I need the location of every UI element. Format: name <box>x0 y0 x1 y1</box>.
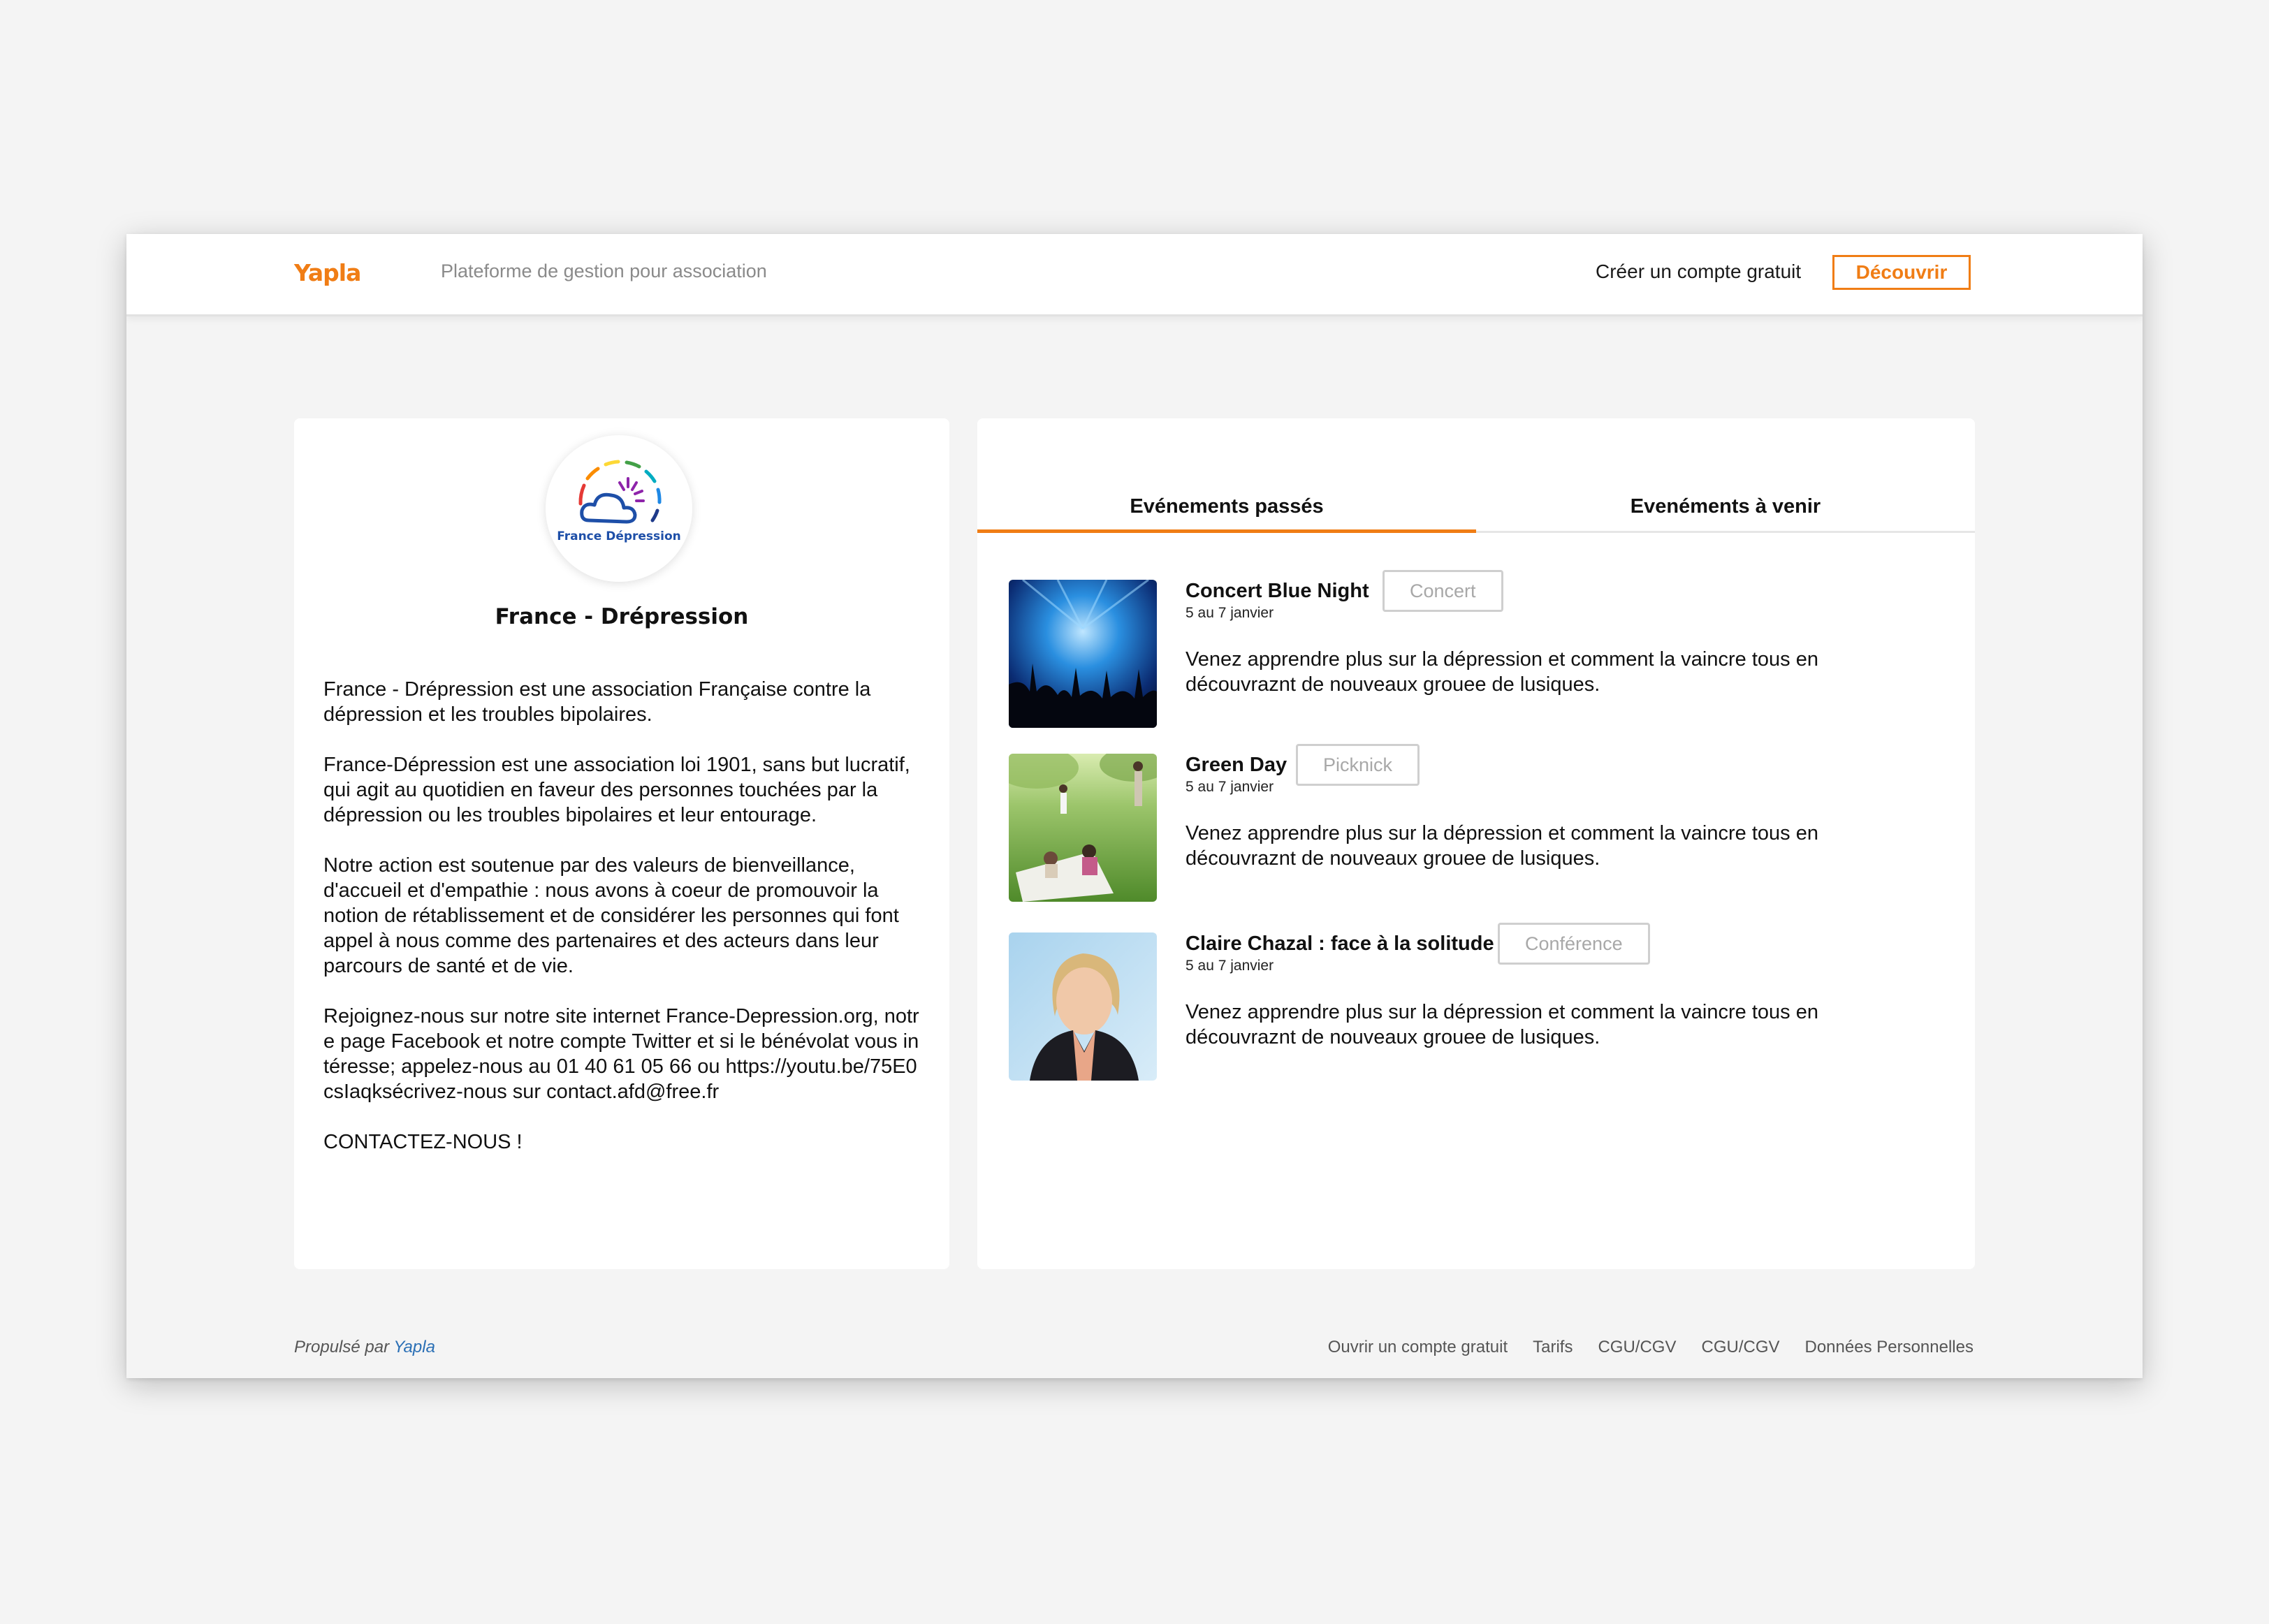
tab-upcoming-events[interactable]: Evenéments à venir <box>1476 488 1975 533</box>
footer-link-pricing[interactable]: Tarifs <box>1533 1338 1573 1357</box>
powered-by-yapla-link[interactable]: Yapla <box>393 1338 435 1356</box>
park-picnic-image <box>1009 754 1157 902</box>
create-account-link[interactable]: Créer un compte gratuit <box>1596 261 1801 283</box>
event-tag[interactable]: Picknick <box>1296 744 1420 786</box>
organization-description: France - Drépression est une association… <box>323 677 924 1180</box>
about-paragraph: France - Drépression est une association… <box>323 678 871 726</box>
event-item[interactable]: Green Day Picknick 5 au 7 janvier Venez … <box>1009 744 1959 902</box>
powered-by: Propulsé par Yapla <box>294 1338 435 1357</box>
event-date: 5 au 7 janvier <box>1185 958 1274 974</box>
footer-link-terms-2[interactable]: CGU/CGV <box>1701 1338 1779 1357</box>
about-paragraph: Rejoignez-nous sur notre site internet F… <box>323 1005 919 1103</box>
woman-portrait-image <box>1009 932 1157 1081</box>
top-header: Yapla Plateforme de gestion pour associa… <box>126 234 2143 316</box>
powered-by-label: Propulsé par <box>294 1338 390 1356</box>
event-date: 5 au 7 janvier <box>1185 779 1274 795</box>
organization-logo: France Dépression <box>546 435 692 582</box>
events-card: Evénements passés Evenéments à venir Con… <box>977 418 1975 1269</box>
contact-cta: CONTACTEZ-NOUS ! <box>323 1131 523 1153</box>
logo-text: France Dépression <box>557 529 681 543</box>
event-description: Venez apprendre plus sur la dépression e… <box>1185 648 1818 696</box>
event-date: 5 au 7 janvier <box>1185 605 1274 621</box>
event-title[interactable]: Concert Blue Night <box>1185 580 1369 603</box>
app-window: Yapla Plateforme de gestion pour associa… <box>126 234 2143 1378</box>
event-item[interactable]: Concert Blue Night Concert 5 au 7 janvie… <box>1009 570 1959 728</box>
discover-button[interactable]: Découvrir <box>1832 255 1971 290</box>
event-item[interactable]: Claire Chazal : face à la solitude Confé… <box>1009 923 1959 1081</box>
concert-crowd-image <box>1009 580 1157 728</box>
organization-card: France Dépression France - Drépression F… <box>294 418 949 1269</box>
cloud-sun-logo-icon: France Dépression <box>557 460 681 543</box>
footer-link-terms[interactable]: CGU/CGV <box>1598 1338 1676 1357</box>
events-tabs: Evénements passés Evenéments à venir <box>977 488 1975 533</box>
header-tagline: Plateforme de gestion pour association <box>441 261 767 281</box>
event-title[interactable]: Green Day <box>1185 754 1287 777</box>
event-title[interactable]: Claire Chazal : face à la solitude <box>1185 932 1494 956</box>
event-description: Venez apprendre plus sur la dépression e… <box>1185 1001 1818 1048</box>
about-paragraph: France-Dépression est une association lo… <box>323 754 910 826</box>
event-tag[interactable]: Concert <box>1382 570 1503 612</box>
footer-link-open-account[interactable]: Ouvrir un compte gratuit <box>1328 1338 1508 1357</box>
about-paragraph: Notre action est soutenue par des valeur… <box>323 854 899 977</box>
event-tag[interactable]: Conférence <box>1498 923 1650 965</box>
yapla-logo[interactable]: Yapla <box>294 259 361 286</box>
footer-link-personal-data[interactable]: Données Personnelles <box>1805 1338 1974 1357</box>
footer-links: Ouvrir un compte gratuit Tarifs CGU/CGV … <box>1328 1338 1973 1357</box>
tab-past-events[interactable]: Evénements passés <box>977 488 1476 533</box>
organization-name: France - Drépression <box>495 604 749 629</box>
event-description: Venez apprendre plus sur la dépression e… <box>1185 822 1818 870</box>
